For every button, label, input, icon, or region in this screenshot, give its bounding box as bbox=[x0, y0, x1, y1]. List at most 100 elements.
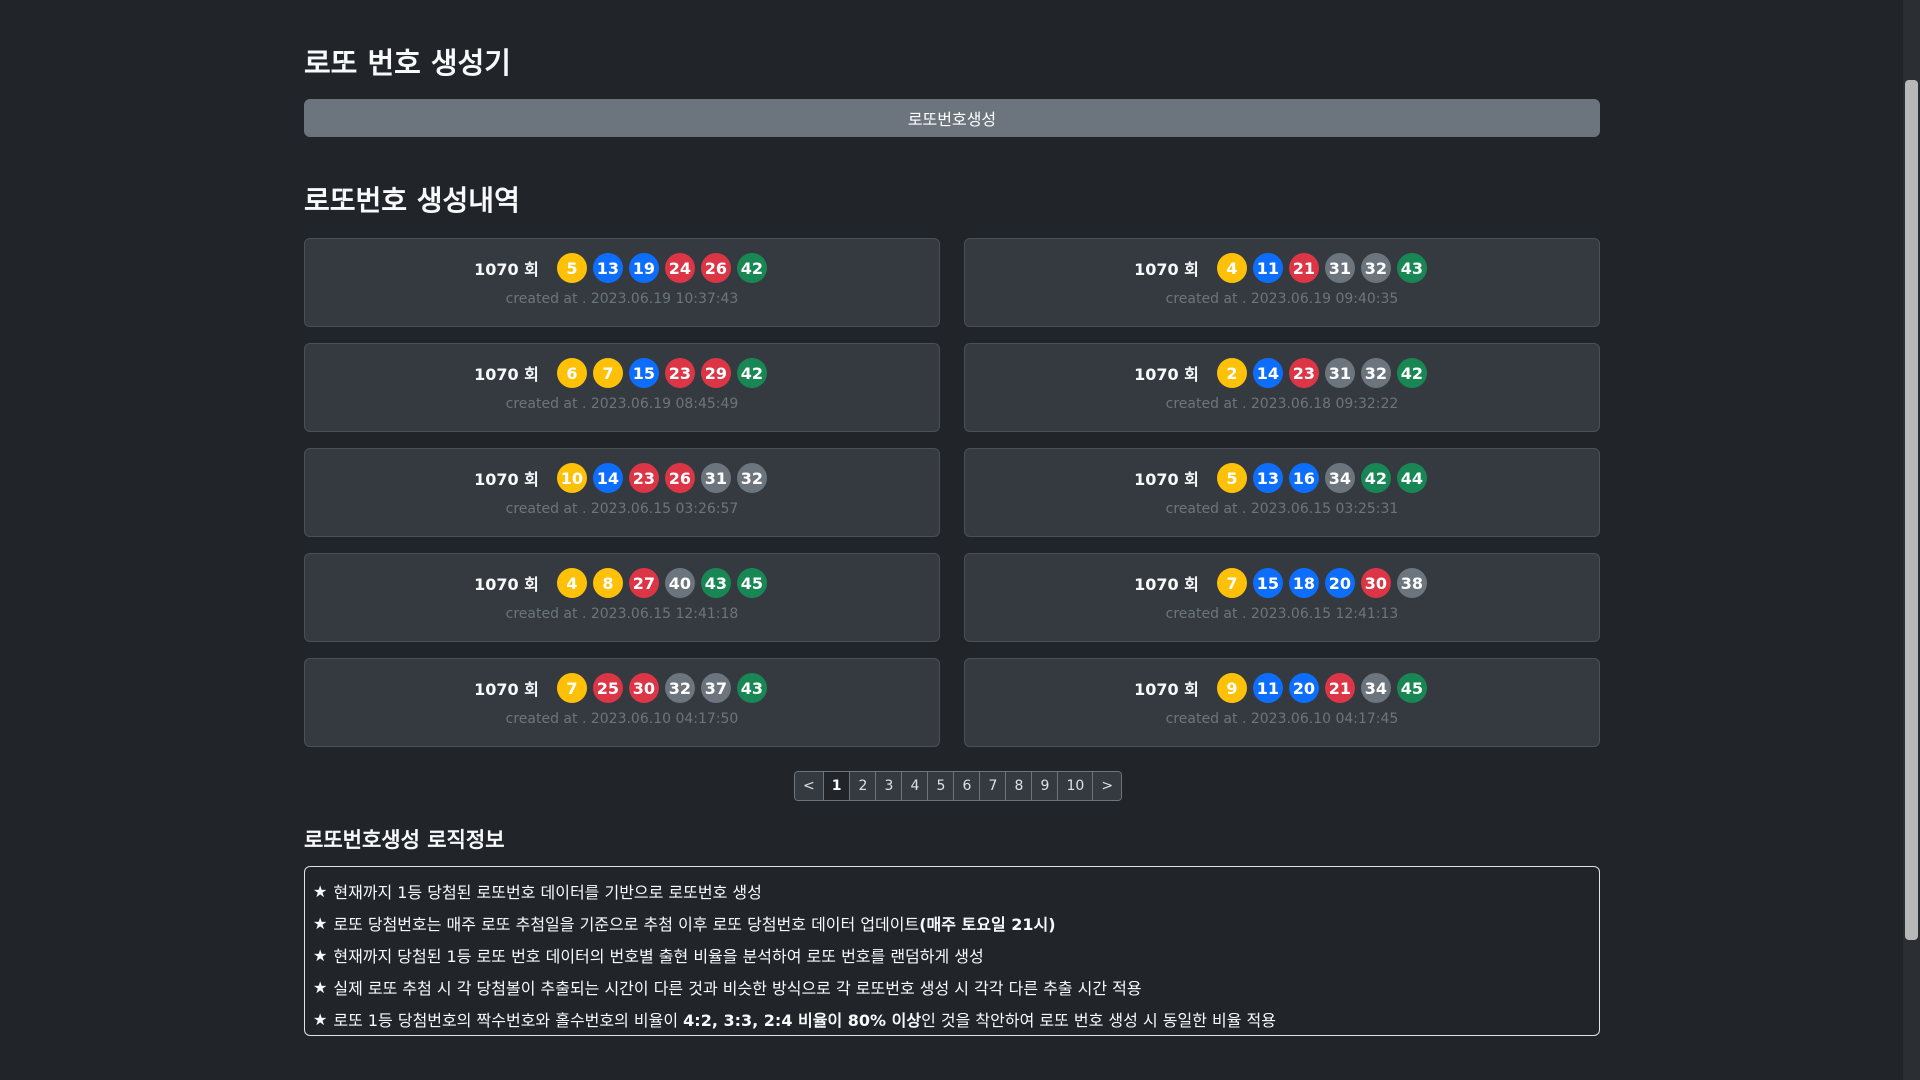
lotto-ball: 11 bbox=[1252, 673, 1283, 703]
page-8-button[interactable]: 8 bbox=[1005, 772, 1032, 800]
lotto-ball: 26 bbox=[700, 253, 731, 283]
lotto-ball: 34 bbox=[1360, 673, 1391, 703]
star-icon: ★ bbox=[313, 881, 328, 901]
history-card: 1070 회 2 14 23 31 32 42 created at . 2023.06.18… bbox=[964, 343, 1600, 432]
logic-title: 로또번호생성 로직정보 bbox=[304, 828, 505, 852]
round-label: 1070 회 bbox=[474, 680, 539, 699]
lotto-ball: 42 bbox=[736, 253, 767, 283]
star-icon: ★ bbox=[313, 913, 328, 933]
lotto-ball: 44 bbox=[1396, 463, 1427, 493]
lotto-ball: 40 bbox=[664, 568, 695, 598]
lotto-ball: 26 bbox=[664, 463, 695, 493]
lotto-ball: 25 bbox=[592, 673, 623, 703]
lotto-ball: 15 bbox=[1252, 568, 1283, 598]
created-timestamp: created at . 2023.06.10 04:17:45 bbox=[1165, 711, 1399, 727]
number-line: 1070 회 10 14 23 26 31 32 bbox=[305, 463, 939, 493]
logic-item: ★ 로또 1등 당첨번호의 짝수번호와 홀수번호의 비율이 4:2, 3:3, 2… bbox=[313, 1003, 1599, 1035]
lotto-ball: 30 bbox=[628, 673, 659, 703]
lotto-ball: 7 bbox=[1216, 568, 1247, 598]
logic-text: 실제 로또 추첨 시 각 당첨볼이 추출되는 시간이 다른 것과 비슷한 방식으… bbox=[333, 979, 1142, 998]
logic-item: ★ 실제 로또 추첨 시 각 당첨볼이 추출되는 시간이 다른 것과 비슷한 방식… bbox=[313, 971, 1599, 1003]
created-timestamp: created at . 2023.06.15 12:41:18 bbox=[505, 606, 739, 622]
number-line: 1070 회 5 13 16 34 42 44 bbox=[965, 463, 1599, 493]
logic-text: 로또 당첨번호는 매주 로또 추첨일을 기준으로 추첨 이후 로또 당첨번호 데… bbox=[333, 915, 920, 934]
scrollbar-thumb[interactable] bbox=[1905, 80, 1918, 940]
lotto-ball: 42 bbox=[736, 358, 767, 388]
page-5-button[interactable]: 5 bbox=[927, 772, 954, 800]
lotto-ball: 7 bbox=[556, 673, 587, 703]
lotto-ball: 5 bbox=[556, 253, 587, 283]
round-label: 1070 회 bbox=[474, 365, 539, 384]
created-timestamp: created at . 2023.06.19 10:37:43 bbox=[505, 291, 739, 307]
lotto-ball: 43 bbox=[736, 673, 767, 703]
lotto-ball: 38 bbox=[1396, 568, 1427, 598]
lotto-ball: 42 bbox=[1396, 358, 1427, 388]
round-label: 1070 회 bbox=[1134, 260, 1199, 279]
logic-bold-text: (매주 토요일 21시) bbox=[919, 915, 1056, 934]
lotto-ball: 45 bbox=[736, 568, 767, 598]
created-timestamp: created at . 2023.06.15 03:26:57 bbox=[505, 501, 739, 517]
lotto-ball: 31 bbox=[1324, 358, 1355, 388]
page-9-button[interactable]: 9 bbox=[1031, 772, 1058, 800]
lotto-ball: 9 bbox=[1216, 673, 1247, 703]
lotto-ball: 16 bbox=[1288, 463, 1319, 493]
lotto-ball: 43 bbox=[700, 568, 731, 598]
logic-info-box: ★ 현재까지 1등 당첨된 로또번호 데이터를 기반으로 로또번호 생성 ★ 로또 당… bbox=[304, 866, 1600, 1036]
lotto-ball: 30 bbox=[1360, 568, 1391, 598]
created-timestamp: created at . 2023.06.19 08:45:49 bbox=[505, 396, 739, 412]
star-icon: ★ bbox=[313, 1009, 328, 1029]
lotto-ball: 7 bbox=[592, 358, 623, 388]
lotto-ball: 4 bbox=[556, 568, 587, 598]
lotto-ball: 24 bbox=[664, 253, 695, 283]
lotto-ball: 2 bbox=[1216, 358, 1247, 388]
lotto-ball: 27 bbox=[628, 568, 659, 598]
page-3-button[interactable]: 3 bbox=[875, 772, 902, 800]
lotto-ball: 31 bbox=[700, 463, 731, 493]
pagination: <1 2 3 4 5 6 7 8 9 10 > bbox=[794, 771, 1123, 801]
lotto-ball: 4 bbox=[1216, 253, 1247, 283]
lotto-ball: 32 bbox=[736, 463, 767, 493]
round-label: 1070 회 bbox=[1134, 575, 1199, 594]
lotto-ball: 29 bbox=[700, 358, 731, 388]
lotto-ball: 20 bbox=[1288, 673, 1319, 703]
lotto-ball: 23 bbox=[628, 463, 659, 493]
number-line: 1070 회 7 25 30 32 37 43 bbox=[305, 673, 939, 703]
round-label: 1070 회 bbox=[474, 260, 539, 279]
page-2-button[interactable]: 2 bbox=[849, 772, 876, 800]
round-label: 1070 회 bbox=[1134, 365, 1199, 384]
generate-button[interactable]: 로또번호생성 bbox=[304, 99, 1600, 137]
logic-text: 로또 1등 당첨번호의 짝수번호와 홀수번호의 비율이 bbox=[333, 1011, 684, 1030]
lotto-ball: 15 bbox=[628, 358, 659, 388]
page-7-button[interactable]: 7 bbox=[979, 772, 1006, 800]
lotto-ball: 11 bbox=[1252, 253, 1283, 283]
page-1-button[interactable]: 1 bbox=[822, 772, 850, 800]
round-label: 1070 회 bbox=[474, 575, 539, 594]
history-card: 1070 회 6 7 15 23 29 42 created at . 2023.06.19 … bbox=[304, 343, 940, 432]
history-title: 로또번호 생성내역 bbox=[304, 184, 520, 217]
page-4-button[interactable]: 4 bbox=[901, 772, 928, 800]
prev-page-button[interactable]: < bbox=[795, 772, 823, 800]
lotto-ball: 45 bbox=[1396, 673, 1427, 703]
page-10-button[interactable]: 10 bbox=[1057, 772, 1093, 800]
created-timestamp: created at . 2023.06.15 03:25:31 bbox=[1165, 501, 1399, 517]
logic-text-after: 인 것을 착안하여 로또 번호 생성 시 동일한 비율 적용 bbox=[921, 1011, 1276, 1030]
lotto-ball: 14 bbox=[592, 463, 623, 493]
logic-text: 현재까지 당첨된 1등 로또 번호 데이터의 번호별 출현 비율을 분석하여 로… bbox=[333, 947, 984, 966]
lotto-ball: 13 bbox=[592, 253, 623, 283]
next-page-button[interactable]: > bbox=[1092, 772, 1122, 800]
logic-item: ★ 로또 당첨번호는 매주 로또 추첨일을 기준으로 추첨 이후 로또 당첨번호 … bbox=[313, 907, 1599, 939]
lotto-ball: 20 bbox=[1324, 568, 1355, 598]
history-card: 1070 회 7 25 30 32 37 43 created at . 2023.06.10… bbox=[304, 658, 940, 747]
history-card: 1070 회 10 14 23 26 31 32 created at . 2023.06.1… bbox=[304, 448, 940, 537]
lotto-ball: 19 bbox=[628, 253, 659, 283]
number-line: 1070 회 9 11 20 21 34 45 bbox=[965, 673, 1599, 703]
star-icon: ★ bbox=[313, 977, 328, 997]
page-title: 로또 번호 생성기 bbox=[304, 46, 511, 80]
page-6-button[interactable]: 6 bbox=[953, 772, 980, 800]
lotto-ball: 31 bbox=[1324, 253, 1355, 283]
number-line: 1070 회 4 11 21 31 32 43 bbox=[965, 253, 1599, 283]
page-scrollbar[interactable] bbox=[1903, 0, 1920, 1080]
round-label: 1070 회 bbox=[1134, 470, 1199, 489]
round-label: 1070 회 bbox=[474, 470, 539, 489]
lotto-ball: 43 bbox=[1396, 253, 1427, 283]
